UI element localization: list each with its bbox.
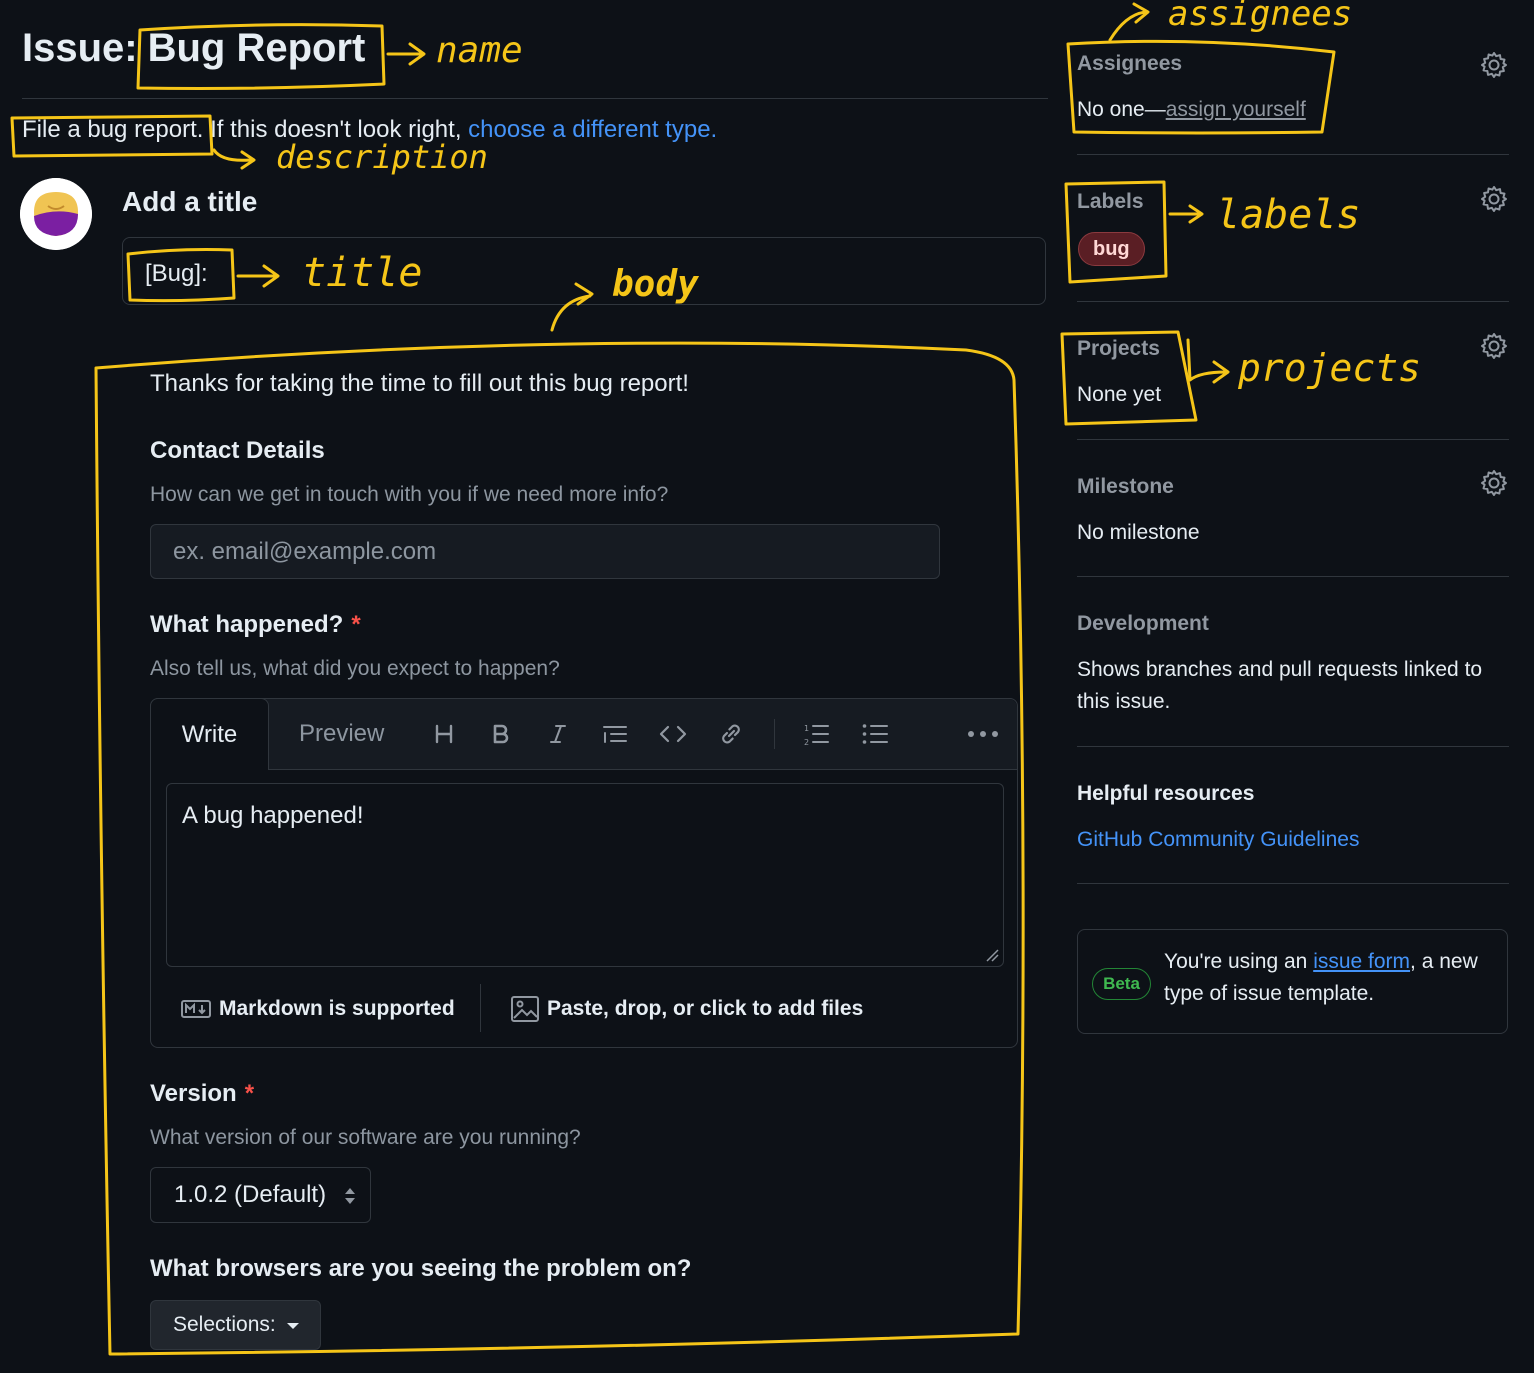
assignees-title: Assignees	[1077, 52, 1183, 75]
tab-preview[interactable]: Preview	[299, 699, 384, 769]
label-bug[interactable]: bug	[1078, 232, 1145, 266]
beta-text-before: You're using an	[1164, 950, 1314, 973]
browsers-selected: Selections:	[173, 1313, 276, 1336]
what-happened-text: What happened?	[150, 611, 344, 638]
heading-icon[interactable]	[427, 717, 461, 751]
what-happened-help: Also tell us, what did you expect to hap…	[150, 657, 560, 680]
chevron-down-icon	[287, 1323, 299, 1329]
sidebar-assignees: Assignees No one—assign yourself	[1077, 40, 1509, 155]
beta-notice: Beta You're using an issue form, a new t…	[1077, 929, 1508, 1034]
assignees-none: No one—	[1077, 98, 1166, 121]
issue-header: Issue: Bug Report	[22, 24, 1048, 99]
milestone-value: No milestone	[1077, 521, 1200, 544]
version-label: Version *	[150, 1080, 254, 1108]
avatar	[20, 178, 92, 250]
tab-write[interactable]: Write	[150, 698, 269, 770]
beta-text: You're using an issue form, a new type o…	[1164, 946, 1494, 1010]
community-guidelines-link[interactable]: GitHub Community Guidelines	[1077, 828, 1359, 852]
page-title: Issue: Bug Report	[22, 26, 365, 71]
version-select[interactable]: 1.0.2 (Default)	[150, 1167, 371, 1223]
markdown-note[interactable]: Markdown is supported	[181, 994, 455, 1024]
toolbar-separator	[774, 719, 775, 749]
attach-files-text: Paste, drop, or click to add files	[547, 997, 864, 1020]
footer-separator	[480, 984, 481, 1032]
sidebar-milestone: Milestone No milestone	[1077, 439, 1509, 577]
labels-title: Labels	[1077, 190, 1144, 213]
annotation-description-label: description	[276, 138, 488, 176]
more-icon[interactable]	[966, 717, 1000, 751]
projects-value: None yet	[1077, 383, 1162, 406]
resize-handle-icon[interactable]	[985, 948, 999, 962]
development-title: Development	[1077, 612, 1209, 635]
annotation-title-label: title	[302, 250, 423, 296]
quote-icon[interactable]	[598, 717, 632, 751]
assignees-gear-icon[interactable]	[1479, 50, 1509, 80]
markdown-note-text: Markdown is supported	[219, 997, 455, 1020]
what-happened-label: What happened? *	[150, 611, 361, 639]
sidebar-development: Development Shows branches and pull requ…	[1077, 576, 1509, 747]
browsers-label: What browsers are you seeing the problem…	[150, 1255, 692, 1282]
email-field[interactable]: ex. email@example.com	[150, 524, 940, 579]
version-help: What version of our software are you run…	[150, 1126, 581, 1149]
template-name: Bug Report	[147, 26, 366, 70]
svg-text:1: 1	[804, 724, 809, 733]
annotation-assignees-label: assignees	[1168, 0, 1353, 34]
milestone-title: Milestone	[1077, 475, 1174, 498]
annotation-assignees-arrow	[1108, 2, 1150, 42]
annotation-description-arrow	[212, 148, 256, 170]
bold-icon[interactable]	[484, 717, 518, 751]
required-mark: *	[351, 611, 361, 638]
labels-gear-icon[interactable]	[1479, 184, 1509, 214]
annotation-body-label: body	[612, 264, 699, 305]
milestone-gear-icon[interactable]	[1479, 468, 1509, 498]
description-text: File a bug report.	[22, 116, 204, 143]
annotation-name-label: name	[436, 30, 523, 71]
assignees-value: No one—assign yourself	[1077, 98, 1306, 122]
ordered-list-icon[interactable]: 12	[799, 717, 833, 751]
choose-type-link[interactable]: choose a different type.	[468, 116, 717, 143]
markdown-icon	[181, 1000, 211, 1018]
title-prefix: Issue:	[22, 26, 138, 70]
browsers-select[interactable]: Selections:	[150, 1300, 321, 1350]
beta-badge: Beta	[1092, 968, 1151, 1000]
attach-files-button[interactable]: Paste, drop, or click to add files	[511, 994, 863, 1024]
svg-text:2: 2	[804, 738, 809, 746]
resources-title: Helpful resources	[1077, 782, 1255, 805]
sidebar-resources: Helpful resources GitHub Community Guide…	[1077, 746, 1509, 884]
image-icon	[511, 996, 539, 1022]
assign-yourself-link[interactable]: assign yourself	[1166, 98, 1306, 121]
unordered-list-icon[interactable]	[858, 717, 892, 751]
required-mark: *	[244, 1080, 255, 1107]
contact-label: Contact Details	[150, 437, 325, 464]
editor-toolbar: Write Preview 12	[150, 698, 1017, 770]
development-line-2: this issue.	[1077, 690, 1171, 713]
link-icon[interactable]	[714, 717, 748, 751]
italic-icon[interactable]	[541, 717, 575, 751]
markdown-editor: Write Preview 12 A bug happened! Markdow…	[150, 698, 1018, 1048]
issue-form-page: Issue: Bug Report File a bug report. If t…	[0, 0, 1534, 1373]
annotation-labels-label: labels	[1216, 192, 1361, 238]
version-selected: 1.0.2 (Default)	[174, 1181, 327, 1208]
version-text: Version	[150, 1080, 237, 1107]
issue-form-link[interactable]: issue form	[1313, 950, 1410, 973]
annotation-projects-label: projects	[1238, 346, 1422, 390]
projects-title: Projects	[1077, 337, 1160, 360]
what-happened-textarea[interactable]: A bug happened!	[166, 783, 1004, 967]
projects-gear-icon[interactable]	[1479, 331, 1509, 361]
textarea-value: A bug happened!	[182, 802, 364, 829]
form-intro: Thanks for taking the time to fill out t…	[150, 370, 689, 397]
development-line-1: Shows branches and pull requests linked …	[1077, 658, 1483, 681]
contact-help: How can we get in touch with you if we n…	[150, 483, 669, 506]
code-icon[interactable]	[656, 717, 690, 751]
select-arrows-icon	[345, 1188, 355, 1204]
title-input[interactable]: [Bug]:	[122, 237, 1046, 305]
add-title-label: Add a title	[122, 186, 258, 217]
